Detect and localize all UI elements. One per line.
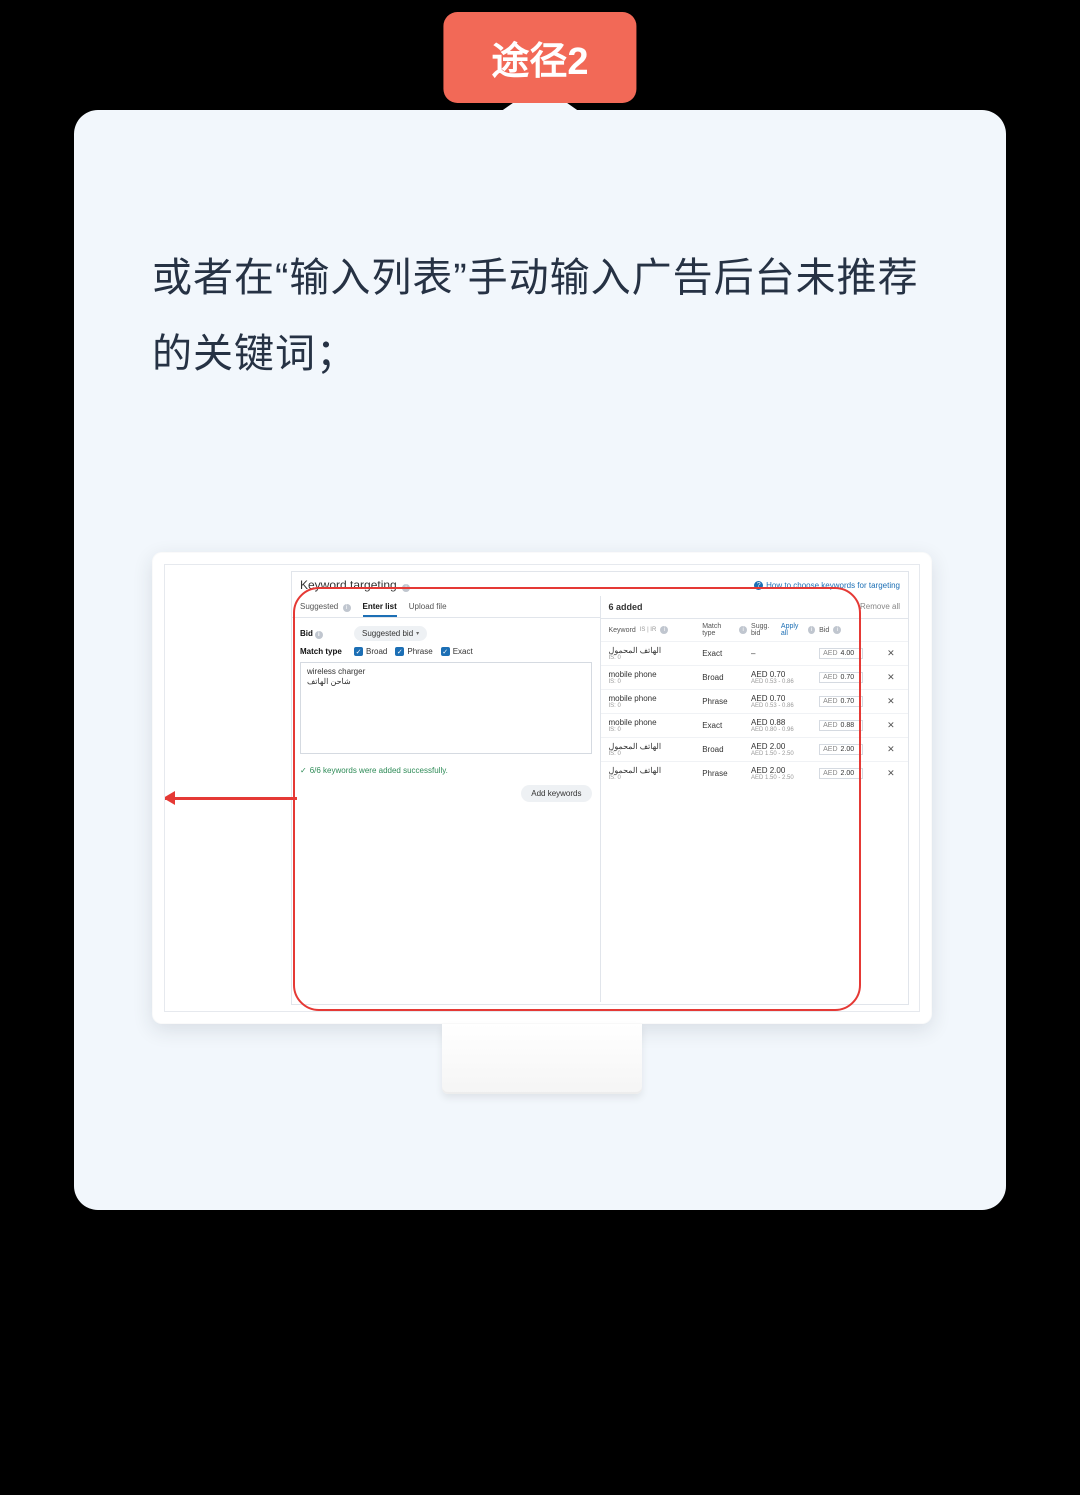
match-cell: Exact xyxy=(702,649,747,658)
info-icon[interactable]: i xyxy=(402,584,410,592)
screen: Keyword targeting i How to choose keywor… xyxy=(164,564,920,1012)
table-row: mobile phoneIS: 0Exact AED 0.88AED 0.80 -… xyxy=(601,713,909,737)
sugg-bid-cell: AED 0.88 xyxy=(751,718,815,727)
remove-row-button[interactable]: ✕ xyxy=(887,720,900,731)
sugg-bid-cell: AED 0.70 xyxy=(751,694,815,703)
bid-dropdown[interactable]: Suggested bid xyxy=(354,626,427,641)
keyword-cell: الهاتف المحمول xyxy=(609,766,699,775)
remove-all-link[interactable]: Remove all xyxy=(860,602,900,612)
match-cell: Broad xyxy=(702,673,747,682)
add-keywords-button[interactable]: Add keywords xyxy=(521,785,591,802)
sugg-range: AED 1.50 - 2.50 xyxy=(751,751,815,757)
info-icon[interactable]: i xyxy=(739,626,747,634)
sugg-bid-cell: AED 2.00 xyxy=(751,766,815,775)
bid-input[interactable]: AED0.70 xyxy=(819,672,863,683)
remove-row-button[interactable]: ✕ xyxy=(887,648,900,659)
match-cell: Phrase xyxy=(702,697,747,706)
textarea-line: شاحن الهاتف xyxy=(307,677,585,687)
sugg-range: AED 0.53 - 0.86 xyxy=(751,679,815,685)
sugg-bid-cell: – xyxy=(751,649,815,658)
tab-enter-list[interactable]: Enter list xyxy=(363,598,397,617)
bid-input[interactable]: AED2.00 xyxy=(819,744,863,755)
match-cell: Broad xyxy=(702,745,747,754)
keyword-cell: mobile phone xyxy=(609,694,699,703)
callout-arrow xyxy=(165,797,297,800)
tab-suggested[interactable]: Suggested i xyxy=(300,598,351,617)
help-link[interactable]: How to choose keywords for targeting xyxy=(754,581,900,590)
table-row: mobile phoneIS: 0Broad AED 0.70AED 0.53 -… xyxy=(601,665,909,689)
checkbox-exact[interactable]: Exact xyxy=(441,647,473,656)
info-icon[interactable]: i xyxy=(833,626,841,634)
info-icon[interactable]: i xyxy=(315,631,323,639)
checkbox-broad[interactable]: Broad xyxy=(354,647,387,656)
panel-title: Keyword targeting i xyxy=(300,578,410,592)
match-cell: Exact xyxy=(702,721,747,730)
keyword-sub: IS: 0 xyxy=(609,751,699,757)
monitor: Keyword targeting i How to choose keywor… xyxy=(152,552,932,1094)
table-row: mobile phoneIS: 0Phrase AED 0.70AED 0.53 … xyxy=(601,689,909,713)
keyword-cell: mobile phone xyxy=(609,718,699,727)
remove-row-button[interactable]: ✕ xyxy=(887,696,900,707)
description-text: 或者在“输入列表”手动输入广告后台未推荐的关键词； xyxy=(152,240,928,392)
keyword-targeting-panel: Keyword targeting i How to choose keywor… xyxy=(291,571,909,1005)
sugg-range: AED 0.80 - 0.96 xyxy=(751,727,815,733)
success-message: 6/6 keywords were added successfully. xyxy=(292,762,600,779)
table-row: الهاتف المحمولIS: 0Phrase AED 2.00AED 1.5… xyxy=(601,761,909,785)
bid-input[interactable]: AED4.00 xyxy=(819,648,863,659)
keyword-sub: IS: 0 xyxy=(609,727,699,733)
added-count: 6 added xyxy=(609,602,643,612)
sugg-range: AED 0.53 - 0.86 xyxy=(751,703,815,709)
method-badge: 途径2 xyxy=(443,12,636,103)
sugg-range: AED 1.50 - 2.50 xyxy=(751,775,815,781)
card: 或者在“输入列表”手动输入广告后台未推荐的关键词； Keyword target… xyxy=(74,110,1006,1210)
remove-row-button[interactable]: ✕ xyxy=(887,768,900,779)
keyword-cell: الهاتف المحمول xyxy=(609,742,699,751)
bid-input[interactable]: AED0.88 xyxy=(819,720,863,731)
apply-all-link[interactable]: Apply all xyxy=(781,623,804,637)
info-icon[interactable]: i xyxy=(343,604,351,612)
keyword-sub: IS: 0 xyxy=(609,703,699,709)
screen-frame: Keyword targeting i How to choose keywor… xyxy=(152,552,932,1024)
table-row: الهاتف المحمولIS: 0Exact–AED4.00 ✕ xyxy=(601,641,909,665)
keyword-sub: IS: 0 xyxy=(609,655,699,661)
keyword-sub: IS: 0 xyxy=(609,775,699,781)
keyword-sub: IS: 0 xyxy=(609,679,699,685)
monitor-stand xyxy=(442,1024,642,1094)
table-row: الهاتف المحمولIS: 0Broad AED 2.00AED 1.50… xyxy=(601,737,909,761)
bid-input[interactable]: AED0.70 xyxy=(819,696,863,707)
keyword-input[interactable]: wireless charger شاحن الهاتف xyxy=(300,662,592,754)
table-header: Keyword IS | IR i Match typei Sugg. bi xyxy=(601,619,909,641)
info-icon[interactable]: i xyxy=(808,626,815,634)
info-icon[interactable]: i xyxy=(660,626,668,634)
remove-row-button[interactable]: ✕ xyxy=(887,672,900,683)
right-column: 6 added Remove all Keyword IS | IR xyxy=(601,596,909,1002)
checkbox-phrase[interactable]: Phrase xyxy=(395,647,432,656)
bid-label: Bidi xyxy=(300,629,346,639)
match-cell: Phrase xyxy=(702,769,747,778)
tab-upload-file[interactable]: Upload file xyxy=(409,598,447,617)
sugg-bid-cell: AED 0.70 xyxy=(751,670,815,679)
match-type-label: Match type xyxy=(300,647,346,656)
arrow-icon xyxy=(164,791,175,805)
keyword-cell: mobile phone xyxy=(609,670,699,679)
bid-input[interactable]: AED2.00 xyxy=(819,768,863,779)
textarea-line: wireless charger xyxy=(307,667,585,677)
sugg-bid-cell: AED 2.00 xyxy=(751,742,815,751)
keyword-cell: الهاتف المحمول xyxy=(609,646,699,655)
left-column: Suggested i Enter list Upload file Bidi xyxy=(292,596,601,1002)
remove-row-button[interactable]: ✕ xyxy=(887,744,900,755)
